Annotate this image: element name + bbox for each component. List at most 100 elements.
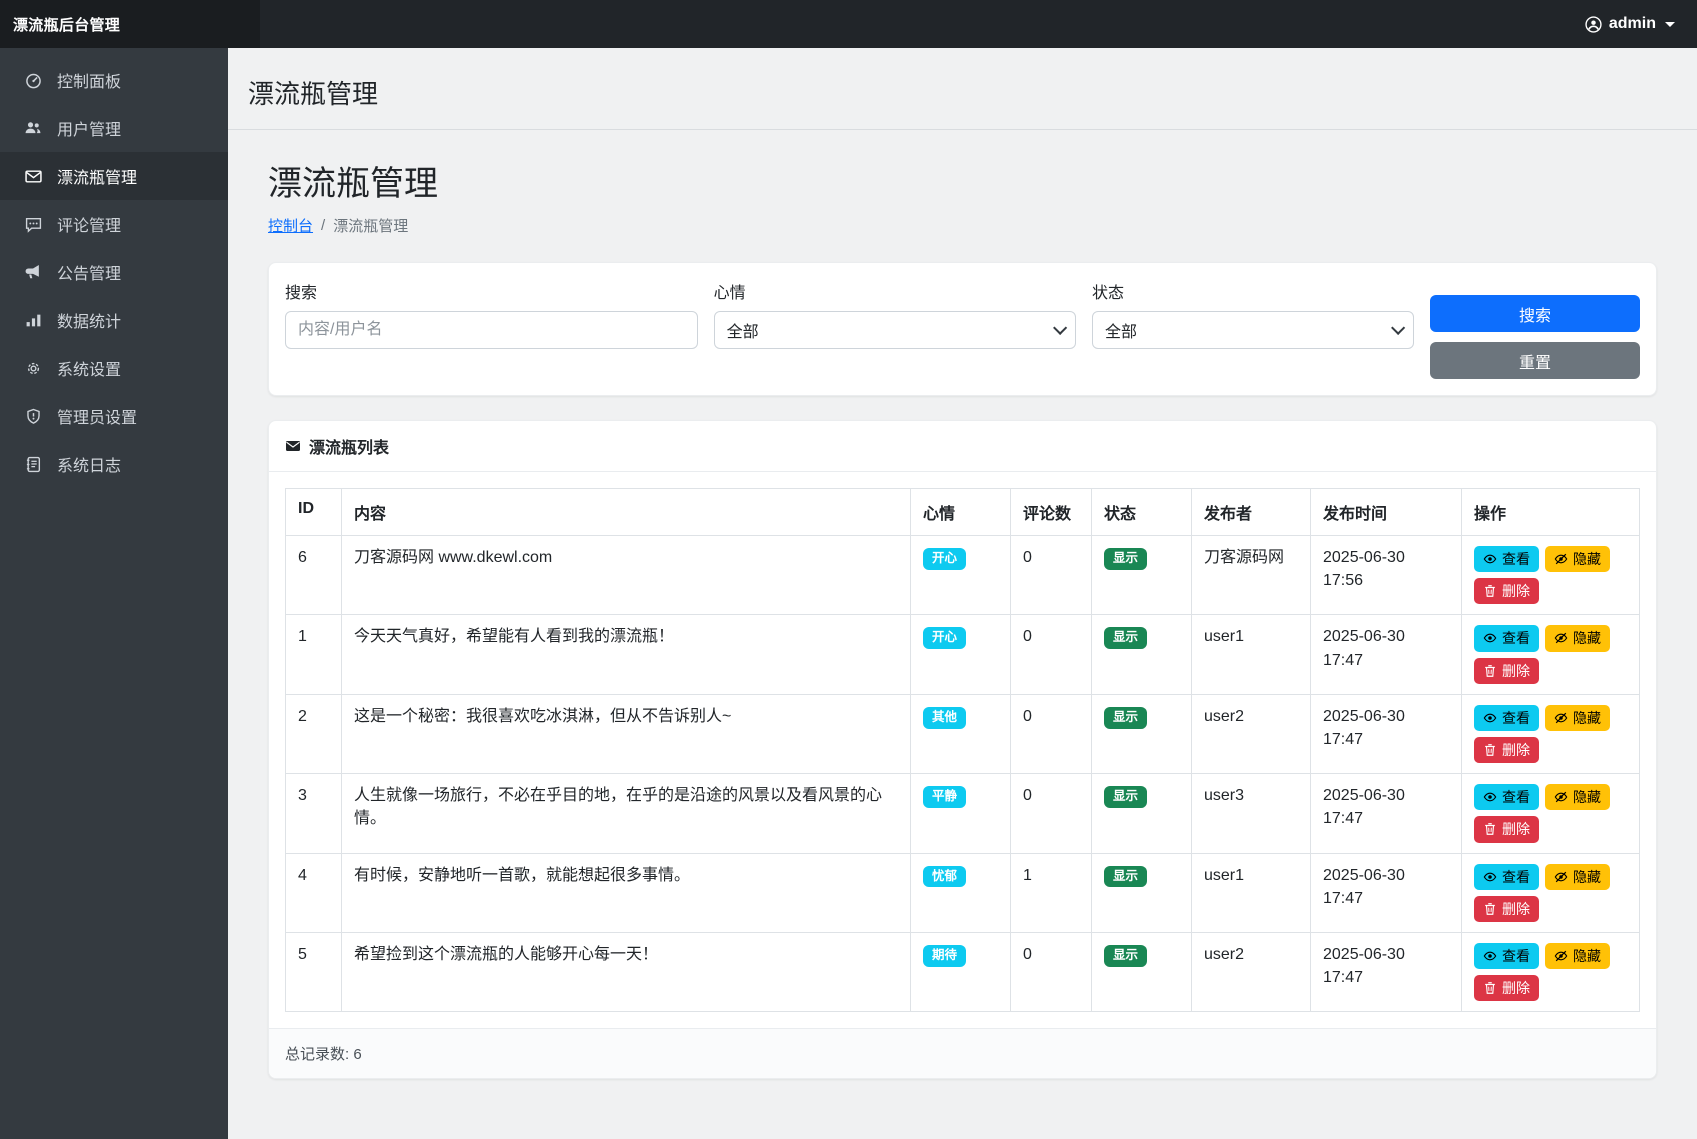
publish-time: 17:47 xyxy=(1323,649,1449,672)
chat-icon xyxy=(24,215,42,233)
eye-icon xyxy=(1483,949,1497,963)
caret-down-icon xyxy=(1665,22,1675,27)
search-button[interactable]: 搜索 xyxy=(1430,295,1640,332)
cell-actions: 查看 隐藏 删除 xyxy=(1462,694,1640,773)
eye-slash-icon xyxy=(1554,552,1568,566)
status-badge: 显示 xyxy=(1104,627,1147,649)
eye-slash-icon xyxy=(1554,711,1568,725)
sidebar-item-users[interactable]: 用户管理 xyxy=(0,104,228,152)
person-circle-icon xyxy=(1585,16,1602,33)
top-navbar: 漂流瓶后台管理 admin xyxy=(0,0,1697,48)
sidebar-item-label: 评论管理 xyxy=(57,212,121,236)
publish-date: 2025-06-30 xyxy=(1323,705,1449,728)
sidebar-item-dashboard[interactable]: 控制面板 xyxy=(0,56,228,104)
sidebar-item-comments[interactable]: 评论管理 xyxy=(0,200,228,248)
sidebar-item-settings[interactable]: 系统设置 xyxy=(0,344,228,392)
publish-time: 17:47 xyxy=(1323,966,1449,989)
hide-button[interactable]: 隐藏 xyxy=(1545,943,1610,969)
delete-button[interactable]: 删除 xyxy=(1474,737,1539,763)
cell-comments: 0 xyxy=(1011,536,1092,615)
delete-button[interactable]: 删除 xyxy=(1474,816,1539,842)
breadcrumb: 控制台 / 漂流瓶管理 xyxy=(268,215,1657,236)
cell-comments: 0 xyxy=(1011,932,1092,1011)
table-row: 1 今天天气真好，希望能有人看到我的漂流瓶！ 开心 0 显示 user1 202… xyxy=(286,615,1640,694)
cell-mood: 其他 xyxy=(911,694,1011,773)
cell-content: 有时候，安静地听一首歌，就能想起很多事情。 xyxy=(342,853,911,932)
bottle-list-title: 漂流瓶列表 xyxy=(309,434,389,458)
cell-id: 5 xyxy=(286,932,342,1011)
page-top-title: 漂流瓶管理 xyxy=(248,74,1677,111)
hide-button[interactable]: 隐藏 xyxy=(1545,784,1610,810)
mood-badge: 开心 xyxy=(923,627,966,649)
view-button[interactable]: 查看 xyxy=(1474,864,1539,890)
sidebar-item-statistics[interactable]: 数据统计 xyxy=(0,296,228,344)
delete-button[interactable]: 删除 xyxy=(1474,658,1539,684)
search-input[interactable] xyxy=(285,311,698,349)
cell-publish-time: 2025-06-30 17:47 xyxy=(1311,615,1462,694)
delete-button[interactable]: 删除 xyxy=(1474,975,1539,1001)
cell-publisher: user1 xyxy=(1192,615,1311,694)
cell-publisher: user2 xyxy=(1192,694,1311,773)
sidebar-item-admin-settings[interactable]: 管理员设置 xyxy=(0,392,228,440)
eye-slash-icon xyxy=(1554,870,1568,884)
mood-badge: 期待 xyxy=(923,945,966,967)
eye-icon xyxy=(1483,552,1497,566)
status-badge: 显示 xyxy=(1104,945,1147,967)
page-header: 漂流瓶管理 xyxy=(228,48,1697,130)
cell-actions: 查看 隐藏 删除 xyxy=(1462,853,1640,932)
user-menu[interactable]: admin xyxy=(1585,15,1697,33)
hide-button[interactable]: 隐藏 xyxy=(1545,546,1610,572)
reset-button[interactable]: 重置 xyxy=(1430,342,1640,379)
hide-button[interactable]: 隐藏 xyxy=(1545,864,1610,890)
mood-select[interactable]: 全部 xyxy=(714,311,1076,349)
eye-slash-icon xyxy=(1554,949,1568,963)
cell-publish-time: 2025-06-30 17:47 xyxy=(1311,774,1462,853)
cell-mood: 忧郁 xyxy=(911,853,1011,932)
gear-icon xyxy=(24,359,42,377)
cell-publish-time: 2025-06-30 17:47 xyxy=(1311,932,1462,1011)
column-header-status: 状态 xyxy=(1092,489,1192,536)
envelope-icon xyxy=(285,438,301,454)
sidebar-item-label: 漂流瓶管理 xyxy=(57,164,137,188)
bottle-list-card: 漂流瓶列表 ID 内容 心情 评论数 状态 发布者 发布时间 xyxy=(268,420,1657,1079)
status-select[interactable]: 全部 xyxy=(1092,311,1414,349)
cell-id: 3 xyxy=(286,774,342,853)
username-label: admin xyxy=(1609,15,1656,33)
cell-mood: 开心 xyxy=(911,536,1011,615)
view-button[interactable]: 查看 xyxy=(1474,705,1539,731)
publish-time: 17:56 xyxy=(1323,569,1449,592)
publish-date: 2025-06-30 xyxy=(1323,546,1449,569)
megaphone-icon xyxy=(24,263,42,281)
page-title: 漂流瓶管理 xyxy=(268,156,1657,205)
breadcrumb-link-console[interactable]: 控制台 xyxy=(268,215,313,236)
delete-button[interactable]: 删除 xyxy=(1474,578,1539,604)
status-badge: 显示 xyxy=(1104,707,1147,729)
sidebar-item-label: 用户管理 xyxy=(57,116,121,140)
delete-button[interactable]: 删除 xyxy=(1474,896,1539,922)
hide-button[interactable]: 隐藏 xyxy=(1545,625,1610,651)
publish-date: 2025-06-30 xyxy=(1323,784,1449,807)
sidebar-item-announcements[interactable]: 公告管理 xyxy=(0,248,228,296)
cell-id: 1 xyxy=(286,615,342,694)
brand-zone: 漂流瓶后台管理 xyxy=(0,0,260,48)
view-button[interactable]: 查看 xyxy=(1474,784,1539,810)
view-button[interactable]: 查看 xyxy=(1474,546,1539,572)
table-row: 5 希望捡到这个漂流瓶的人能够开心每一天！ 期待 0 显示 user2 2025… xyxy=(286,932,1640,1011)
column-header-date: 发布时间 xyxy=(1311,489,1462,536)
mood-badge: 平静 xyxy=(923,786,966,808)
publish-time: 17:47 xyxy=(1323,728,1449,751)
hide-button[interactable]: 隐藏 xyxy=(1545,705,1610,731)
status-label: 状态 xyxy=(1092,279,1414,303)
sidebar-item-label: 数据统计 xyxy=(57,308,121,332)
eye-icon xyxy=(1483,870,1497,884)
eye-icon xyxy=(1483,790,1497,804)
trash-icon xyxy=(1483,743,1497,757)
view-button[interactable]: 查看 xyxy=(1474,943,1539,969)
status-badge: 显示 xyxy=(1104,786,1147,808)
publish-time: 17:47 xyxy=(1323,807,1449,830)
sidebar-item-bottles[interactable]: 漂流瓶管理 xyxy=(0,152,228,200)
status-badge: 显示 xyxy=(1104,548,1147,570)
view-button[interactable]: 查看 xyxy=(1474,625,1539,651)
sidebar-item-logs[interactable]: 系统日志 xyxy=(0,440,228,488)
table-row: 6 刀客源码网 www.dkewl.com 开心 0 显示 刀客源码网 2025… xyxy=(286,536,1640,615)
